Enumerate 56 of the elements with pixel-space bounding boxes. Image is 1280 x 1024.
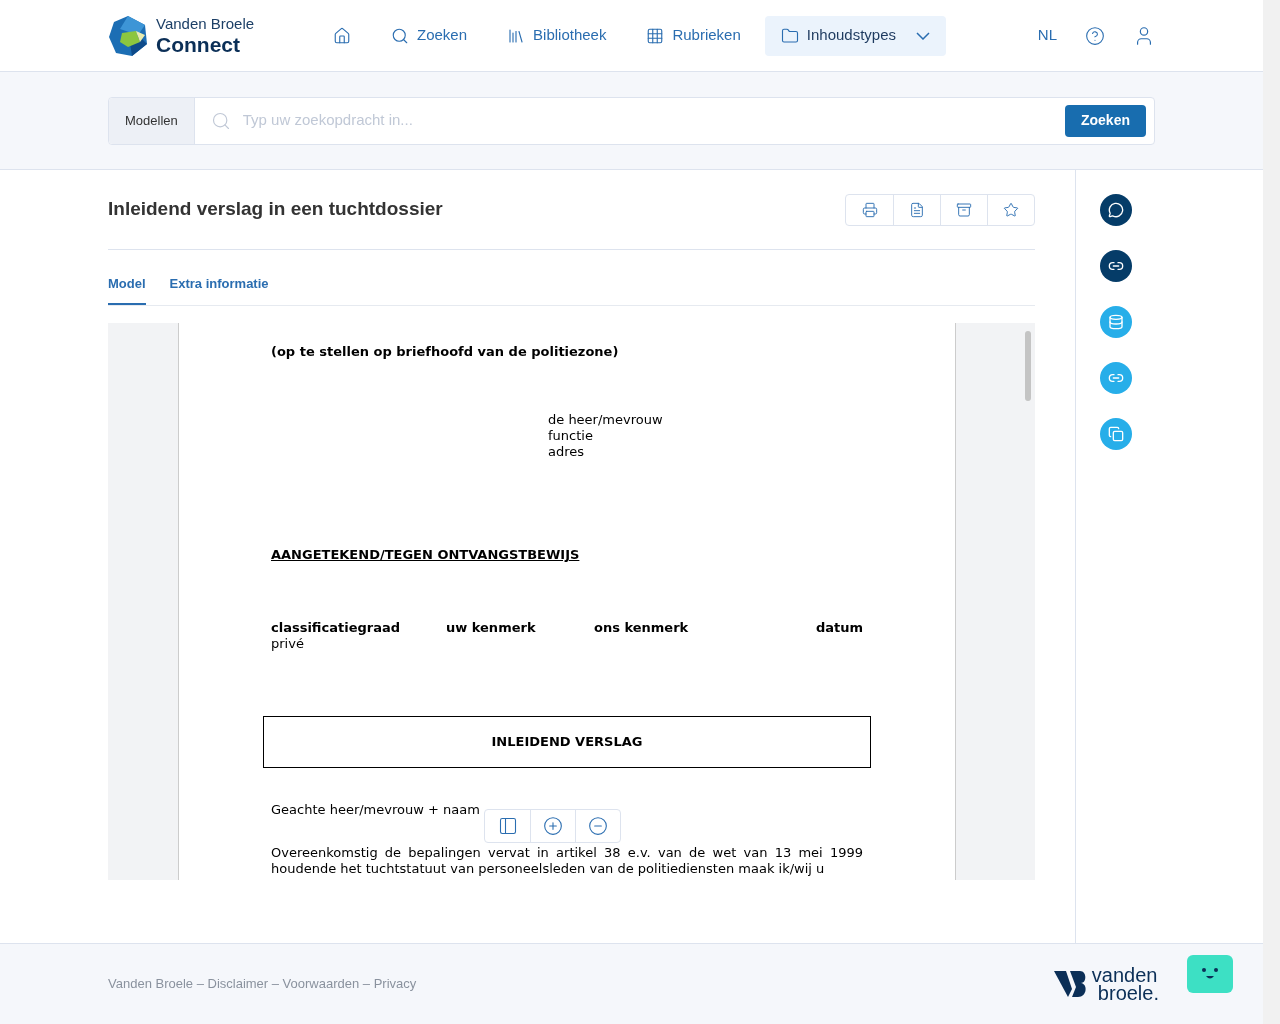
panel-icon <box>497 815 518 836</box>
chat-bot-button[interactable] <box>1187 955 1233 993</box>
page-scrollbar[interactable] <box>1263 0 1280 1024</box>
comment-button[interactable] <box>1100 194 1132 226</box>
nav-item[interactable]: Rubrieken <box>630 15 757 56</box>
logo-icon <box>108 14 148 57</box>
home-icon <box>333 26 351 45</box>
word-file-icon <box>909 201 925 218</box>
search-icon <box>391 26 409 45</box>
nav-item[interactable]: Zoeken <box>375 15 484 56</box>
reference-heading: ons kenmerk <box>593 619 690 636</box>
brand-product: Connect <box>156 34 241 55</box>
help-icon[interactable] <box>1085 25 1105 46</box>
database-icon <box>1108 314 1124 330</box>
scrollbar-thumb[interactable] <box>1025 330 1031 401</box>
footer-links[interactable]: Vanden Broele – Disclaimer – Voorwaarden – Privacy <box>108 974 417 994</box>
search-icon <box>210 110 231 131</box>
brand-logo-word: broele. <box>1097 984 1159 1002</box>
zoom-in-icon <box>543 815 563 836</box>
smiley-icon <box>1199 967 1221 981</box>
reference-heading: uw kenmerk <box>445 619 537 636</box>
brand-logo-icon <box>1053 969 1088 999</box>
grid-icon <box>646 26 665 45</box>
brand-logo-word: vanden <box>1091 966 1159 984</box>
brand-name: Vanden Broele <box>156 16 255 31</box>
nav-item[interactable]: Bibliotheek <box>491 15 623 56</box>
reference-heading: datum <box>815 619 863 636</box>
letterhead-note: (op te stellen op briefhoofd van de politiezone) <box>271 342 620 361</box>
report-title: INLEIDEND VERSLAG <box>491 732 643 751</box>
address-line: de heer/mevrouw <box>548 412 664 428</box>
reference-heading: classificatiegraad <box>271 619 402 636</box>
comment-icon <box>1108 202 1124 218</box>
chevron-icon <box>916 31 931 40</box>
folder-icon <box>780 26 799 45</box>
print-icon <box>861 201 878 218</box>
address-line: adres <box>548 444 586 460</box>
zoom-out-icon <box>588 815 608 836</box>
nav-item[interactable]: Inhoudstypes <box>764 15 947 56</box>
database-button[interactable] <box>1100 306 1132 338</box>
search-scope-button[interactable]: Modellen <box>109 97 195 144</box>
tab[interactable]: Extra informatie <box>169 274 269 305</box>
salutation: Geachte heer/mevrouw + naam <box>271 801 480 817</box>
copy-button[interactable] <box>1100 418 1132 450</box>
copy-icon <box>1108 426 1124 442</box>
body-paragraph: Overeenkomstig de bepalingen vervat in artikel 38 e.v. van de wet van 13 mei 1999 houdende het tuchtstatuut van personeelsleden van de politiediensten maak ik/wij u <box>271 845 863 877</box>
search-button[interactable]: Zoeken <box>1065 104 1146 137</box>
reference-value: privé <box>271 635 305 652</box>
registered-mail-heading: AANGETEKEND/TEGEN ONTVANGSTBEWIJS <box>271 547 580 562</box>
link-button[interactable] <box>1100 250 1132 282</box>
archive-icon <box>956 201 972 218</box>
language-button[interactable]: NL <box>1037 24 1057 47</box>
tab[interactable]: Model <box>108 274 146 305</box>
document-title: Inleidend verslag in een tuchtdossier <box>108 197 443 222</box>
star-icon <box>1003 201 1019 218</box>
address-line: functie <box>548 428 594 444</box>
search-field[interactable]: Modellen Typ uw zoekopdracht in... Zoeken <box>108 96 1155 145</box>
